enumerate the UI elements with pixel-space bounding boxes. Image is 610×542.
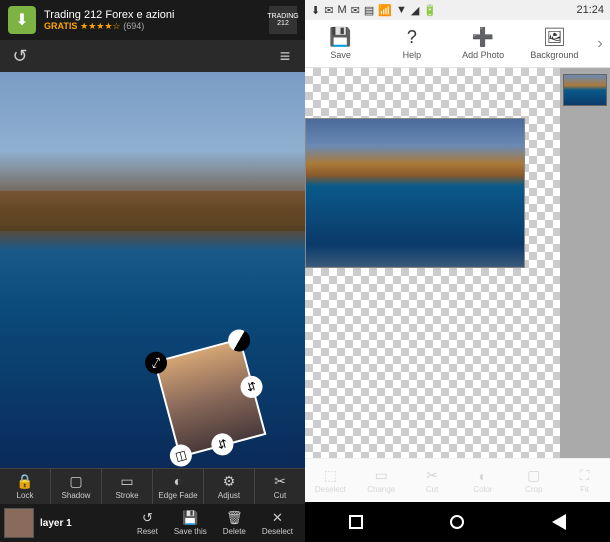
fit-button[interactable]: ⛶Fit — [559, 459, 610, 502]
reset-icon: ↺ — [142, 510, 153, 526]
ad-text: Trading 212 Forex e azioni GRATIS ★★★★☆ … — [44, 9, 269, 32]
deselect-button[interactable]: ⬚Deselect — [305, 459, 356, 502]
back-button[interactable] — [539, 514, 579, 530]
save-button[interactable]: 💾Save — [305, 27, 376, 60]
reset-button[interactable]: ↺Reset — [129, 508, 166, 538]
shadow-icon: ▢ — [69, 473, 82, 489]
add-photo-button[interactable]: ➕Add Photo — [448, 27, 519, 60]
deselect-button[interactable]: ✕Deselect — [254, 508, 301, 538]
main-canvas[interactable] — [305, 68, 560, 458]
download-icon[interactable]: ⬇ — [8, 6, 36, 34]
rotate-handle[interactable]: ⤢ — [143, 349, 170, 376]
status-icon: ◢ — [411, 4, 419, 17]
cut-icon: ✂ — [426, 467, 438, 484]
help-icon: ? — [407, 27, 417, 48]
background-icon: 🖼 — [543, 27, 566, 48]
layer-row: layer 1 ↺Reset💾Save this🗑Delete✕Deselect — [0, 504, 305, 542]
bottom-toolbar: 🔒Lock▢Shadow▭Stroke◐Edge Fade⚙Adjust✂Cut… — [0, 468, 305, 542]
canvas-area — [305, 68, 610, 458]
status-icon: 📶 — [378, 4, 392, 17]
change-button[interactable]: ▭Change — [356, 459, 407, 502]
left-phone-screen: ⬇ Trading 212 Forex e azioni GRATIS ★★★★… — [0, 0, 305, 542]
status-icon: 🔋 — [423, 4, 437, 17]
stroke-icon: ▭ — [120, 473, 133, 489]
layer-label: layer 1 — [40, 518, 72, 529]
cut-button[interactable]: ✂Cut — [407, 459, 458, 502]
color-button[interactable]: ◐Color — [457, 459, 508, 502]
scale-handle[interactable] — [226, 327, 253, 354]
save-this-button[interactable]: 💾Save this — [166, 508, 215, 538]
undo-icon[interactable]: ↺ — [8, 44, 32, 68]
right-phone-screen: ⬇ ✉ M ✉ ▤ 📶 ▼ ◢ 🔋 21:24 💾Save?Help➕Add Photo🖼Bac… — [305, 0, 610, 542]
save this-icon: 💾 — [182, 510, 198, 526]
placed-photo[interactable] — [305, 118, 525, 268]
layers-panel — [560, 68, 610, 458]
cut-icon: ✂ — [274, 473, 286, 489]
ad-price: GRATIS — [44, 21, 77, 31]
edge fade-button[interactable]: ◐Edge Fade — [153, 469, 204, 504]
status-bar: ⬇ ✉ M ✉ ▤ 📶 ▼ ◢ 🔋 21:24 — [305, 0, 610, 20]
canvas[interactable]: ⤢ ⇵ ◫ ⇵ — [0, 72, 305, 468]
status-time: 21:24 — [576, 4, 604, 16]
recent-apps-button[interactable] — [336, 515, 376, 529]
status-icon: ✉ — [324, 4, 333, 17]
layer-thumbnail[interactable] — [4, 508, 34, 538]
deselect-icon: ⬚ — [324, 467, 337, 484]
cut-button[interactable]: ✂Cut — [255, 469, 305, 504]
ad-logo: TRADING 212 — [269, 6, 297, 34]
lock-icon: 🔒 — [16, 473, 33, 489]
flip-v-handle[interactable]: ⇵ — [209, 431, 236, 458]
more-icon[interactable]: › — [590, 35, 610, 53]
mirror-handle[interactable]: ◫ — [167, 442, 194, 468]
delete-icon: 🗑 — [226, 510, 243, 526]
status-icon: ⬇ — [311, 4, 320, 17]
help-button[interactable]: ?Help — [376, 27, 447, 60]
adjust-button[interactable]: ⚙Adjust — [204, 469, 255, 504]
top-toolbar: 💾Save?Help➕Add Photo🖼Background › — [305, 20, 610, 68]
fit-icon: ⛶ — [580, 467, 590, 484]
ad-review-count: (694) — [123, 21, 144, 31]
save-icon: 💾 — [329, 27, 351, 48]
color-icon: ◐ — [479, 468, 487, 484]
selfie-layer[interactable]: ⤢ ⇵ ◫ ⇵ — [154, 338, 267, 458]
ad-stars: ★★★★☆ — [80, 21, 120, 31]
stroke-button[interactable]: ▭Stroke — [102, 469, 153, 504]
lock-button[interactable]: 🔒Lock — [0, 469, 51, 504]
status-icon: M — [337, 4, 346, 16]
top-toolbar: ↺ ≡ — [0, 40, 305, 72]
crop-button[interactable]: ▢Crop — [508, 459, 559, 502]
android-nav-bar — [305, 502, 610, 542]
background-photo — [0, 191, 305, 231]
deselect-icon: ✕ — [272, 510, 283, 526]
selfie-frame[interactable]: ⤢ ⇵ ◫ ⇵ — [154, 338, 267, 458]
status-icon: ▤ — [364, 4, 374, 17]
bottom-tools: ⬚Deselect▭Change✂Cut◐Color▢Crop⛶Fit — [305, 458, 610, 502]
change-icon: ▭ — [375, 467, 388, 484]
adjust-icon: ⚙ — [223, 473, 236, 489]
shadow-button[interactable]: ▢Shadow — [51, 469, 102, 504]
status-icon: ✉ — [351, 4, 360, 17]
ad-title: Trading 212 Forex e azioni — [44, 9, 269, 21]
add photo-icon: ➕ — [472, 27, 494, 48]
ad-banner[interactable]: ⬇ Trading 212 Forex e azioni GRATIS ★★★★… — [0, 0, 305, 40]
menu-icon[interactable]: ≡ — [273, 44, 297, 68]
background-button[interactable]: 🖼Background — [519, 27, 590, 60]
crop-icon: ▢ — [527, 467, 540, 484]
flip-h-handle[interactable]: ⇵ — [238, 373, 265, 400]
edge fade-icon: ◐ — [174, 473, 182, 489]
layer-thumbnail[interactable] — [563, 74, 607, 106]
status-icon: ▼ — [396, 4, 407, 16]
delete-button[interactable]: 🗑Delete — [215, 508, 254, 538]
home-button[interactable] — [437, 515, 477, 529]
